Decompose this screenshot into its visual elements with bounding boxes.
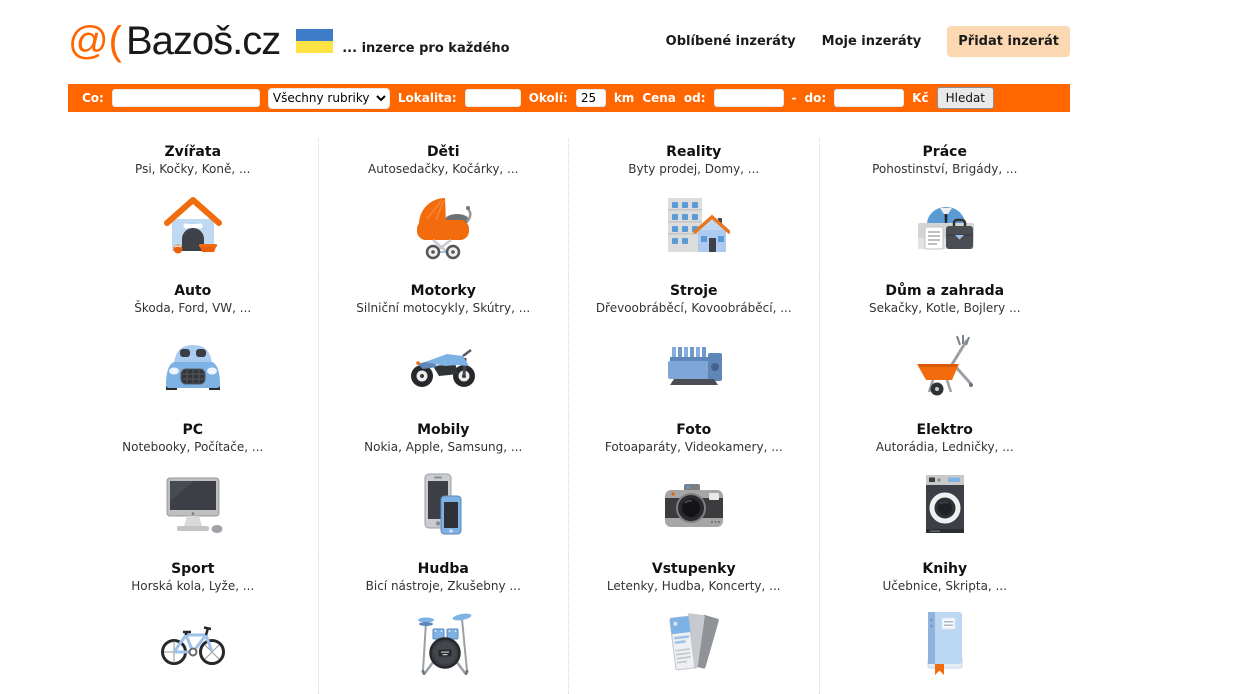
search-dash-label: - xyxy=(792,91,797,105)
category-subtitle[interactable]: Autosedačky, Kočárky, ... xyxy=(319,161,569,178)
category-dum-a-zahrada[interactable]: Dům a zahrada Sekačky, Kotle, Bojlery ..… xyxy=(820,277,1071,416)
category-mobily[interactable]: Mobily Nokia, Apple, Samsung, ... xyxy=(319,416,570,555)
location-input[interactable] xyxy=(465,89,521,107)
tickets-icon[interactable] xyxy=(569,602,819,684)
engine-icon[interactable] xyxy=(569,324,819,406)
logo-home-link[interactable]: @( Bazoš.cz ... inzerce pro každého xyxy=(68,21,510,61)
category-reality[interactable]: Reality Byty prodej, Domy, ... xyxy=(569,138,820,277)
category-elektro[interactable]: Elektro Autorádia, Ledničky, ... xyxy=(820,416,1071,555)
category-subtitle[interactable]: Dřevoobráběcí, Kovoobráběcí, ... xyxy=(569,300,819,317)
doghouse-icon[interactable] xyxy=(68,185,318,267)
price-from-input[interactable] xyxy=(714,89,784,107)
category-title[interactable]: Motorky xyxy=(319,282,569,300)
camera-icon[interactable] xyxy=(569,463,819,545)
ukraine-flag-icon[interactable] xyxy=(296,29,333,53)
search-okoli-label: Okolí: xyxy=(529,91,568,105)
category-subtitle[interactable]: Pohostinství, Brigády, ... xyxy=(820,161,1071,178)
radius-input[interactable] xyxy=(576,89,606,107)
category-subtitle[interactable]: Horská kola, Lyže, ... xyxy=(68,578,318,595)
category-subtitle[interactable]: Fotoaparáty, Videokamery, ... xyxy=(569,439,819,456)
category-title[interactable]: Dům a zahrada xyxy=(820,282,1071,300)
category-title[interactable]: Zvířata xyxy=(68,143,318,161)
briefcase-worker-icon[interactable] xyxy=(820,185,1071,267)
category-select[interactable]: Všechny rubriky xyxy=(268,88,390,109)
category-foto[interactable]: Foto Fotoaparáty, Videokamery, ... xyxy=(569,416,820,555)
book-icon[interactable] xyxy=(820,602,1071,684)
add-ad-button[interactable]: Přidat inzerát xyxy=(947,26,1070,57)
category-motorky[interactable]: Motorky Silniční motocykly, Skútry, ... xyxy=(319,277,570,416)
category-vstupenky[interactable]: Vstupenky Letenky, Hudba, Koncerty, ... xyxy=(569,555,820,694)
category-prace[interactable]: Práce Pohostinství, Brigády, ... xyxy=(820,138,1071,277)
car-icon[interactable] xyxy=(68,324,318,406)
search-query-input[interactable] xyxy=(112,89,260,107)
category-auto[interactable]: Auto Škoda, Ford, VW, ... xyxy=(68,277,319,416)
category-title[interactable]: Děti xyxy=(319,143,569,161)
category-knihy[interactable]: Knihy Učebnice, Skripta, ... xyxy=(820,555,1071,694)
category-sport[interactable]: Sport Horská kola, Lyže, ... xyxy=(68,555,319,694)
favorite-ads-link[interactable]: Oblíbené inzeráty xyxy=(666,34,796,49)
category-subtitle[interactable]: Psi, Kočky, Koně, ... xyxy=(68,161,318,178)
category-subtitle[interactable]: Učebnice, Skripta, ... xyxy=(820,578,1071,595)
category-subtitle[interactable]: Silniční motocykly, Skútry, ... xyxy=(319,300,569,317)
category-subtitle[interactable]: Notebooky, Počítače, ... xyxy=(68,439,318,456)
category-deti[interactable]: Děti Autosedačky, Kočárky, ... xyxy=(319,138,570,277)
motorcycle-icon[interactable] xyxy=(319,324,569,406)
top-nav: Oblíbené inzeráty Moje inzeráty Přidat i… xyxy=(666,26,1070,57)
category-stroje[interactable]: Stroje Dřevoobráběcí, Kovoobráběcí, ... xyxy=(569,277,820,416)
category-title[interactable]: Foto xyxy=(569,421,819,439)
phones-icon[interactable] xyxy=(319,463,569,545)
price-to-input[interactable] xyxy=(834,89,904,107)
category-title[interactable]: Knihy xyxy=(820,560,1071,578)
category-title[interactable]: Sport xyxy=(68,560,318,578)
category-title[interactable]: Reality xyxy=(569,143,819,161)
category-zvirata[interactable]: Zvířata Psi, Kočky, Koně, ... xyxy=(68,138,319,277)
bicycle-icon[interactable] xyxy=(68,602,318,684)
header: @( Bazoš.cz ... inzerce pro každého Oblí… xyxy=(68,0,1070,64)
monitor-icon[interactable] xyxy=(68,463,318,545)
category-title[interactable]: Hudba xyxy=(319,560,569,578)
category-title[interactable]: Práce xyxy=(820,143,1071,161)
category-subtitle[interactable]: Bicí nástroje, Zkušebny ... xyxy=(319,578,569,595)
building-house-icon[interactable] xyxy=(569,185,819,267)
search-submit-button[interactable]: Hledat xyxy=(937,87,994,109)
category-grid: Zvířata Psi, Kočky, Koně, ... Děti Autos xyxy=(68,138,1070,694)
category-subtitle[interactable]: Letenky, Hudba, Koncerty, ... xyxy=(569,578,819,595)
search-co-label: Co: xyxy=(82,91,104,105)
category-title[interactable]: Mobily xyxy=(319,421,569,439)
search-od-label: od: xyxy=(684,91,706,105)
category-subtitle[interactable]: Byty prodej, Domy, ... xyxy=(569,161,819,178)
search-lokalita-label: Lokalita: xyxy=(398,91,457,105)
search-do-label: do: xyxy=(805,91,827,105)
category-pc[interactable]: PC Notebooky, Počítače, ... xyxy=(68,416,319,555)
category-hudba[interactable]: Hudba Bicí nástroje, Zkušebny ... xyxy=(319,555,570,694)
search-bar: Co: Všechny rubriky Lokalita: Okolí: km … xyxy=(68,84,1070,112)
stroller-icon[interactable] xyxy=(319,185,569,267)
category-title[interactable]: Auto xyxy=(68,282,318,300)
logo-brand-text: Bazoš.cz xyxy=(126,21,280,61)
category-subtitle[interactable]: Nokia, Apple, Samsung, ... xyxy=(319,439,569,456)
search-kc-label: Kč xyxy=(912,91,928,105)
logo-at-symbol: @( xyxy=(68,21,122,61)
search-cena-label: Cena xyxy=(642,91,676,105)
wheelbarrow-icon[interactable] xyxy=(820,324,1071,406)
search-km-label: km xyxy=(614,91,634,105)
category-subtitle[interactable]: Sekačky, Kotle, Bojlery ... xyxy=(820,300,1071,317)
my-ads-link[interactable]: Moje inzeráty xyxy=(822,34,922,49)
category-subtitle[interactable]: Škoda, Ford, VW, ... xyxy=(68,300,318,317)
category-subtitle[interactable]: Autorádia, Ledničky, ... xyxy=(820,439,1071,456)
category-title[interactable]: Elektro xyxy=(820,421,1071,439)
category-title[interactable]: Vstupenky xyxy=(569,560,819,578)
washing-machine-icon[interactable] xyxy=(820,463,1071,545)
logo-tagline: ... inzerce pro každého xyxy=(342,41,509,56)
drum-kit-icon[interactable] xyxy=(319,602,569,684)
page-container: @( Bazoš.cz ... inzerce pro každého Oblí… xyxy=(68,0,1070,694)
category-title[interactable]: Stroje xyxy=(569,282,819,300)
category-title[interactable]: PC xyxy=(68,421,318,439)
